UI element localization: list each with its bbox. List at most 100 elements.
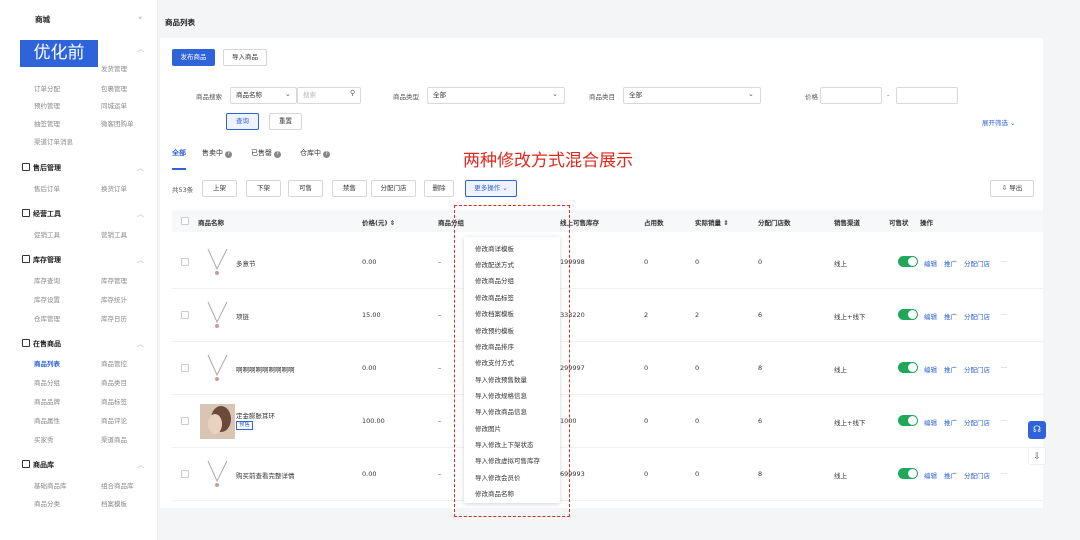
sidebar-item-stock-settings[interactable]: 库存设置 <box>34 294 60 304</box>
row-checkbox[interactable] <box>181 417 189 425</box>
col-price[interactable]: 价格(元) ⇕ <box>362 217 395 227</box>
edit-link[interactable]: 编辑 <box>924 364 937 374</box>
edit-link[interactable]: 编辑 <box>924 470 937 480</box>
sidebar-item-warehouse[interactable]: 仓库管理 <box>34 313 60 323</box>
promote-link[interactable]: 推广 <box>944 311 957 321</box>
assign-store-link[interactable]: 分配门店 <box>964 258 990 268</box>
sidebar-item-stock-query[interactable]: 库存查询 <box>34 275 60 285</box>
more-icon[interactable]: ··· <box>1001 258 1007 266</box>
sidebar-item-reviews[interactable]: 商品评论 <box>101 415 127 425</box>
assign-store-link[interactable]: 分配门店 <box>964 364 990 374</box>
sidebar-item-aftersale-orders[interactable]: 售后订单 <box>34 183 60 193</box>
promote-link[interactable]: 推广 <box>944 258 957 268</box>
sidebar-item-promo[interactable]: 促销工具 <box>34 229 60 239</box>
sidebar-item-attributes[interactable]: 商品属性 <box>34 415 60 425</box>
export-button[interactable]: ⇩ 导出 <box>990 180 1034 197</box>
assign-store-link[interactable]: 分配门店 <box>964 470 990 480</box>
row-checkbox[interactable] <box>181 258 189 266</box>
publish-product-button[interactable]: 发布商品 <box>172 49 215 66</box>
sidebar-item-exchange-orders[interactable]: 换货订单 <box>101 183 127 193</box>
sidebar-group-tools[interactable]: 经营工具 <box>22 209 61 219</box>
product-name[interactable]: 啊啊啊啊啊啊啊啊啊 <box>236 364 295 374</box>
delete-button[interactable]: 删除 <box>424 180 454 197</box>
sidebar-item-product-control[interactable]: 商品管控 <box>101 358 127 368</box>
sidebar-item-lottery[interactable]: 抽签管理 <box>34 118 60 128</box>
forbid-sale-button[interactable]: 禁售 <box>332 180 367 197</box>
sidebar-item-channel-msg[interactable]: 渠道订单消息 <box>34 136 73 146</box>
sidebar-item-product-list[interactable]: 商品列表 <box>34 358 60 368</box>
sidebar-item-channel-products[interactable]: 渠道商品 <box>101 434 127 444</box>
sidebar-group-library[interactable]: 商品库 <box>22 460 54 470</box>
tab-all[interactable]: 全部 <box>172 148 186 158</box>
edit-link[interactable]: 编辑 <box>924 258 937 268</box>
chevron-up-icon[interactable]: ︿ <box>137 460 144 470</box>
more-icon[interactable]: ··· <box>1001 311 1007 319</box>
chevron-up-icon[interactable]: ︿ <box>137 209 144 219</box>
sidebar-group-on-sale[interactable]: 在售商品 <box>22 339 61 349</box>
chevron-up-icon[interactable]: ︿ <box>137 255 144 265</box>
more-icon[interactable]: ··· <box>1001 364 1007 372</box>
sale-status-toggle[interactable] <box>898 415 918 426</box>
expand-filters-link[interactable]: 展开筛选 ⌄ <box>982 117 1016 127</box>
price-min-input[interactable] <box>820 87 882 104</box>
tab-selling[interactable]: 售卖中? <box>202 148 232 158</box>
more-icon[interactable]: ··· <box>1001 417 1007 425</box>
sidebar-item-archive-template[interactable]: 档案模板 <box>101 498 127 508</box>
assign-store-button[interactable]: 分配门店 <box>371 180 416 197</box>
sidebar-item-marketing[interactable]: 营销工具 <box>101 229 127 239</box>
sidebar-item-stock-calendar[interactable]: 库存日历 <box>101 313 127 323</box>
edit-link[interactable]: 编辑 <box>924 417 937 427</box>
sale-status-toggle[interactable] <box>898 362 918 373</box>
sidebar-item-booking[interactable]: 预约管理 <box>34 100 60 110</box>
sidebar-item-buyer-show[interactable]: 买家秀 <box>34 434 54 444</box>
row-checkbox[interactable] <box>181 470 189 478</box>
support-icon[interactable]: ☊ <box>1028 421 1046 439</box>
row-checkbox[interactable] <box>181 311 189 319</box>
category-select[interactable]: 全部 <box>623 87 761 104</box>
price-max-input[interactable] <box>896 87 958 104</box>
promote-link[interactable]: 推广 <box>944 417 957 427</box>
assign-store-link[interactable]: 分配门店 <box>964 417 990 427</box>
sidebar-item-local-waybill[interactable]: 同城运单 <box>101 100 127 110</box>
col-sold[interactable]: 实际销量 ⇕ <box>695 217 729 227</box>
sidebar-item-classification[interactable]: 商品分类 <box>34 498 60 508</box>
sidebar-item-product-category[interactable]: 商品类目 <box>101 377 127 387</box>
download-icon[interactable]: ⇩ <box>1028 447 1046 465</box>
select-all-checkbox[interactable] <box>181 217 189 225</box>
sidebar-item-stock-stats[interactable]: 库存统计 <box>101 294 127 304</box>
assign-store-link[interactable]: 分配门店 <box>964 311 990 321</box>
tab-sold-out[interactable]: 已售罄? <box>251 148 281 158</box>
more-icon[interactable]: ··· <box>1001 470 1007 478</box>
sidebar-group-aftersale[interactable]: 售后管理 <box>22 163 61 173</box>
product-name[interactable]: 购买前查看完整详情 <box>236 470 295 480</box>
chevron-up-icon[interactable]: ︿ <box>137 339 144 349</box>
sale-status-toggle[interactable] <box>898 256 918 267</box>
list-off-button[interactable]: 下架 <box>246 180 281 197</box>
chevron-up-icon[interactable]: ︿ <box>137 44 144 54</box>
sidebar-item-package[interactable]: 包裹管理 <box>101 83 127 93</box>
sellable-button[interactable]: 可售 <box>288 180 323 197</box>
sidebar-item-base-library[interactable]: 基础商品库 <box>34 480 67 490</box>
promote-link[interactable]: 推广 <box>944 364 957 374</box>
more-actions-button[interactable]: 更多操作 ⌄ <box>465 180 517 197</box>
search-icon[interactable]: ⚲ <box>350 89 355 97</box>
sidebar-group-inventory[interactable]: 库存管理 <box>22 255 61 265</box>
tab-warehouse[interactable]: 仓库中? <box>300 148 330 158</box>
import-product-button[interactable]: 导入商品 <box>223 49 267 66</box>
sidebar-item-order-dispatch[interactable]: 订单分配 <box>34 83 60 93</box>
promote-link[interactable]: 推广 <box>944 470 957 480</box>
row-checkbox[interactable] <box>181 364 189 372</box>
sidebar-item-combo-library[interactable]: 组合商品库 <box>101 480 134 490</box>
product-name[interactable]: 定金膨胀耳环 <box>236 410 275 420</box>
chevron-up-icon[interactable]: ︿ <box>137 163 144 173</box>
reset-button[interactable]: 重置 <box>269 113 302 130</box>
sidebar-item-brands[interactable]: 商品品牌 <box>34 396 60 406</box>
product-name[interactable]: 多意节 <box>236 258 256 268</box>
query-button[interactable]: 查询 <box>226 113 259 130</box>
sidebar-item-shipping[interactable]: 发货管理 <box>101 63 127 73</box>
list-on-button[interactable]: 上架 <box>202 180 237 197</box>
sale-status-toggle[interactable] <box>898 309 918 320</box>
type-select[interactable]: 全部 <box>427 87 565 104</box>
sidebar-item-group-buy[interactable]: 微客团购单 <box>101 118 134 128</box>
product-name[interactable]: 项链 <box>236 311 249 321</box>
